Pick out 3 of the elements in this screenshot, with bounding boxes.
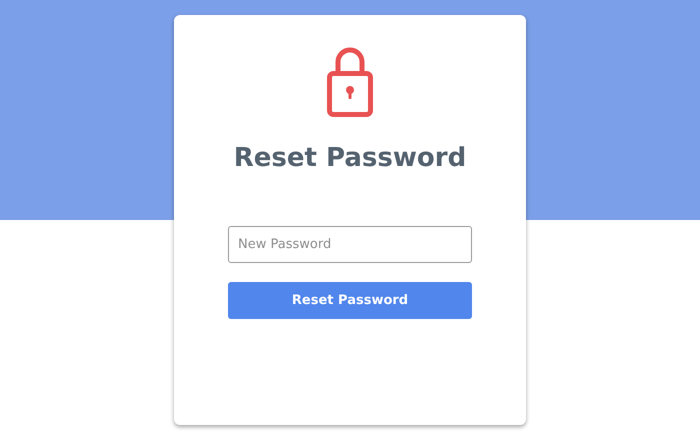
password-field[interactable]: New Password (228, 226, 472, 263)
page-title: Reset Password (234, 142, 466, 175)
reset-password-button[interactable]: Reset Password (228, 282, 472, 319)
